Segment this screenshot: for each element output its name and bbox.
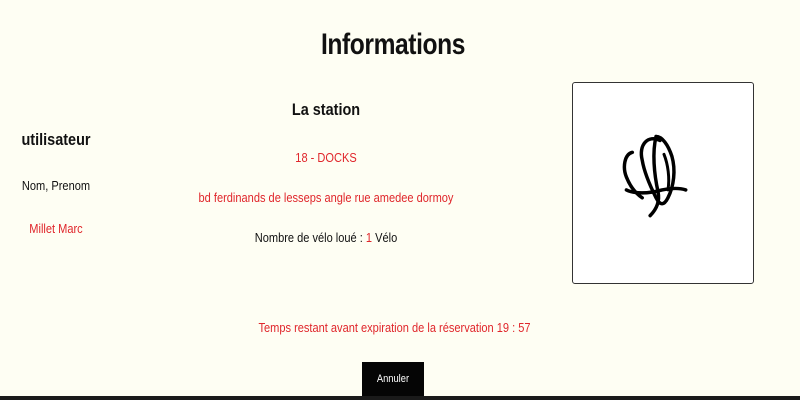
user-field-label: Nom, Prenom <box>21 178 91 193</box>
bike-count-unit: Vélo <box>372 230 398 245</box>
page-title: Informations <box>320 28 466 61</box>
user-section: utilisateur Nom, Prenom Millet Marc <box>0 130 112 236</box>
bike-count-line: Nombre de vélo loué : 1 Vélo <box>199 230 454 245</box>
user-heading: utilisateur <box>21 130 91 149</box>
station-heading: La station <box>291 100 361 119</box>
bottom-divider <box>0 396 800 400</box>
cancel-button[interactable]: Annuler <box>362 362 424 396</box>
signature-pad[interactable] <box>572 82 754 284</box>
reservation-timer: Temps restant avant expiration de la rés… <box>258 320 531 335</box>
signature-drawing-icon <box>622 134 688 218</box>
bike-count-label: Nombre de vélo loué : <box>254 230 366 245</box>
cancel-button-label: Annuler <box>376 373 410 385</box>
station-address: bd ferdinands de lesseps angle rue amede… <box>198 190 454 205</box>
station-section: La station 18 - DOCKS bd ferdinands de l… <box>176 100 476 245</box>
station-id: 18 - DOCKS <box>295 150 357 165</box>
user-name-value: Millet Marc <box>29 221 83 236</box>
